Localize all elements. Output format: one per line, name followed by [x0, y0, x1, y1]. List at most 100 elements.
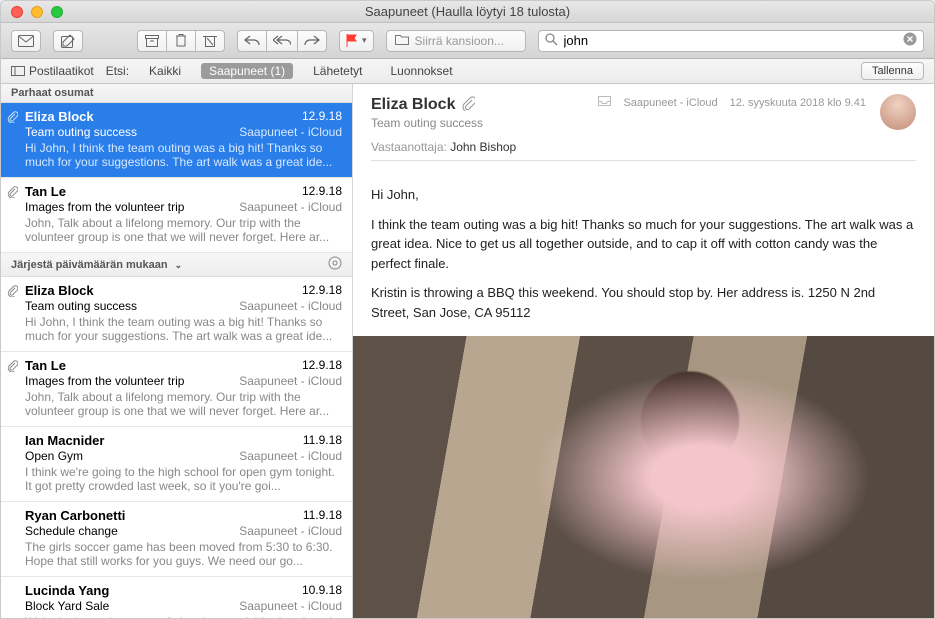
date-label: 12.9.18 — [302, 109, 342, 124]
reply-button[interactable] — [237, 30, 267, 52]
message-row[interactable]: Eliza Block12.9.18Team outing successSaa… — [1, 277, 352, 352]
subject-label: Open Gym — [25, 449, 83, 463]
reader-subject: Team outing success — [371, 116, 916, 130]
reply-icon — [244, 35, 260, 47]
search-icon — [545, 33, 558, 49]
sender-label: Tan Le — [25, 358, 66, 373]
move-to-folder-select[interactable]: Siirrä kansioon... — [386, 30, 526, 52]
search-field[interactable] — [538, 30, 924, 52]
get-mail-button[interactable] — [11, 30, 41, 52]
mailbox-label: Saapuneet - iCloud — [239, 200, 342, 214]
flag-icon — [346, 34, 358, 47]
envelope-icon — [18, 35, 34, 47]
reader-mailbox: Saapuneet - iCloud — [623, 97, 717, 109]
sender-label: Ian Macnider — [25, 433, 104, 448]
mail-window: Saapuneet (Haulla löytyi 18 tulosta) ▾ S… — [0, 0, 935, 619]
subject-label: Images from the volunteer trip — [25, 200, 184, 214]
flag-button[interactable]: ▾ — [339, 30, 374, 52]
mailbox-label: Saapuneet - iCloud — [239, 125, 342, 139]
section-top-hits-label: Parhaat osumat — [11, 87, 94, 99]
body-paragraph: I think the team outing was a big hit! T… — [371, 215, 916, 274]
sender-label: Lucinda Yang — [25, 583, 109, 598]
sender-label: Ryan Carbonetti — [25, 508, 125, 523]
scope-inbox[interactable]: Saapuneet (1) — [201, 63, 293, 79]
date-label: 12.9.18 — [302, 358, 342, 373]
reader-header: Eliza Block Saapuneet - iCloud 12. syysk… — [353, 84, 934, 171]
preview-text: We're in the early stages of planning a … — [25, 615, 342, 618]
reply-all-button[interactable] — [266, 30, 298, 52]
move-to-label: Siirrä kansioon... — [415, 34, 504, 48]
mailbox-label: Saapuneet - iCloud — [239, 374, 342, 388]
mailboxes-label: Postilaatikot — [29, 64, 94, 78]
sender-label: Eliza Block — [25, 109, 94, 124]
message-row[interactable]: Tan Le 12.9.18 Images from the volunteer t… — [1, 352, 352, 427]
archive-button[interactable] — [137, 30, 167, 52]
folder-icon — [395, 34, 409, 48]
message-row[interactable]: Tan Le12.9.18Images from the volunteer t… — [1, 178, 352, 253]
search-scope-label: Etsi: — [106, 64, 129, 78]
attachment-icon — [461, 96, 475, 114]
date-label: 12.9.18 — [302, 283, 342, 298]
scope-drafts[interactable]: Luonnokset — [383, 63, 461, 79]
subject-label: Team outing success — [25, 125, 137, 139]
avatar — [880, 94, 916, 130]
body-paragraph: Kristin is throwing a BBQ this weekend. … — [371, 283, 916, 322]
sort-options-button[interactable] — [328, 256, 342, 273]
scope-sent[interactable]: Lähetetyt — [305, 63, 370, 79]
subject-label: Team outing success — [25, 299, 137, 313]
attachment-icon — [7, 285, 18, 300]
gear-icon — [328, 256, 342, 270]
section-sort[interactable]: Järjestä päivämäärän mukaan ⌄ — [1, 253, 352, 277]
date-label: 11.9.18 — [303, 508, 342, 523]
delete-button[interactable] — [166, 30, 196, 52]
reply-group — [237, 30, 327, 52]
search-filter-bar: Postilaatikot Etsi: Kaikki Saapuneet (1)… — [1, 59, 934, 84]
message-row[interactable]: Eliza Block 12.9.18 Team outing success Saa… — [1, 103, 352, 178]
junk-button[interactable] — [195, 30, 225, 52]
preview-text: John, Talk about a lifelong memory. Our … — [25, 216, 342, 244]
scope-all[interactable]: Kaikki — [141, 63, 189, 79]
sort-label: Järjestä päivämäärän mukaan — [11, 259, 168, 271]
mailbox-label: Saapuneet - iCloud — [239, 599, 342, 613]
reader-body: Hi John, I think the team outing was a b… — [353, 171, 934, 332]
message-row[interactable]: Ian Macnider11.9.18Open GymSaapuneet - i… — [1, 427, 352, 502]
preview-text: Hi John, I think the team outing was a b… — [25, 315, 342, 343]
titlebar: Saapuneet (Haulla löytyi 18 tulosta) — [1, 1, 934, 23]
message-row[interactable]: Lucinda Yang10.9.18Block Yard SaleSaapun… — [1, 577, 352, 618]
window-title: Saapuneet (Haulla löytyi 18 tulosta) — [1, 4, 934, 19]
reader-recipients: Vastaanottaja: John Bishop — [371, 140, 916, 154]
preview-text: The girls soccer game has been moved fro… — [25, 540, 342, 568]
preview-text: Hi John, I think the team outing was a b… — [25, 141, 342, 169]
mailboxes-icon — [11, 66, 25, 76]
clear-search-button[interactable] — [903, 32, 917, 49]
message-reader: Eliza Block Saapuneet - iCloud 12. syysk… — [353, 84, 934, 618]
subject-label: Schedule change — [25, 524, 118, 538]
delete-group — [137, 30, 225, 52]
message-row[interactable]: Ryan Carbonetti11.9.18Schedule changeSaa… — [1, 502, 352, 577]
compose-button[interactable] — [53, 30, 83, 52]
preview-text: I think we're going to the high school f… — [25, 465, 342, 493]
sender-label: Tan Le — [25, 184, 66, 199]
reader-sender: Eliza Block — [371, 96, 455, 114]
body-paragraph: Hi John, — [371, 185, 916, 205]
attachment-image — [353, 336, 934, 618]
forward-button[interactable] — [297, 30, 327, 52]
date-label: 10.9.18 — [302, 583, 342, 598]
date-label: 11.9.18 — [303, 433, 342, 448]
search-input[interactable] — [564, 33, 897, 48]
attachment-icon — [7, 111, 18, 126]
chevron-down-icon: ▾ — [362, 35, 367, 46]
preview-text: John, Talk about a lifelong memory. Our … — [25, 390, 342, 418]
message-list[interactable]: Parhaat osumat Eliza Block 12.9.18 Team ou… — [1, 84, 353, 618]
content-area: Parhaat osumat Eliza Block 12.9.18 Team ou… — [1, 84, 934, 618]
forward-icon — [304, 35, 320, 47]
mailboxes-toggle[interactable]: Postilaatikot — [11, 64, 94, 78]
reader-date: 12. syyskuuta 2018 klo 9.41 — [730, 97, 866, 109]
mailbox-label: Saapuneet - iCloud — [239, 299, 342, 313]
save-search-button[interactable]: Tallenna — [861, 62, 924, 80]
reply-all-icon — [273, 35, 291, 47]
reader-inbox-icon — [598, 96, 611, 109]
subject-label: Images from the volunteer trip — [25, 374, 184, 388]
compose-icon — [61, 34, 75, 48]
section-top-hits: Parhaat osumat — [1, 84, 352, 103]
